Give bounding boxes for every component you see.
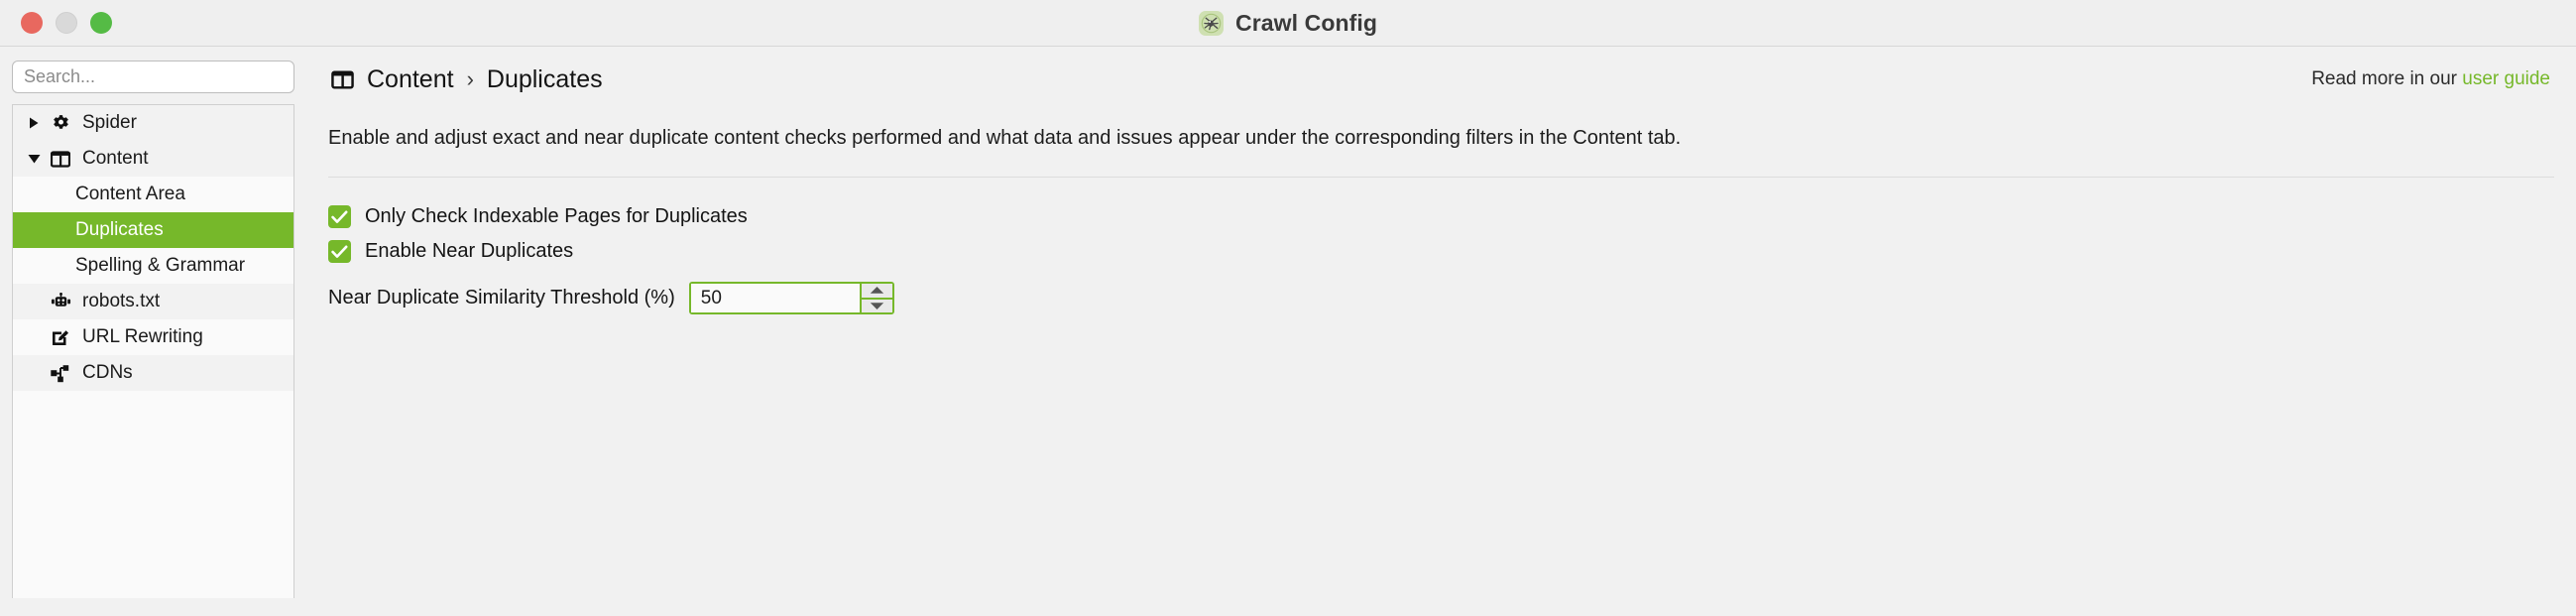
minimize-window-button[interactable]: [56, 12, 77, 34]
network-nodes-icon: [47, 364, 74, 383]
triangle-down-icon[interactable]: [861, 299, 892, 312]
sidebar-item-label: Spelling & Grammar: [75, 255, 246, 276]
search-container: [12, 61, 294, 104]
window-title: Crawl Config: [1234, 9, 1378, 36]
panel-description: Enable and adjust exact and near duplica…: [328, 127, 1682, 149]
sidebar-item-label: CDNs: [82, 362, 133, 383]
read-more-prefix: Read more in our: [2311, 68, 2463, 89]
window-titlebar: Crawl Config: [0, 0, 2576, 47]
checkbox-checked-icon[interactable]: [328, 205, 351, 228]
sidebar-item-duplicates[interactable]: Duplicates: [13, 212, 293, 248]
threshold-value[interactable]: 50: [690, 284, 860, 312]
robot-icon: [47, 293, 74, 310]
sidebar-item-label: Content: [82, 148, 149, 169]
pencil-square-icon: [47, 327, 74, 347]
sidebar-item-url-rewriting[interactable]: URL Rewriting: [13, 319, 293, 355]
columns-icon: [47, 150, 74, 168]
option-label: Only Check Indexable Pages for Duplicate…: [365, 205, 748, 227]
sidebar-item-label: Content Area: [75, 184, 185, 204]
option-enable-near-duplicates[interactable]: Enable Near Duplicates: [328, 234, 2554, 269]
main-header: Content › Duplicates Read more in our us…: [328, 47, 2554, 96]
sidebar-item-spelling-grammar[interactable]: Spelling & Grammar: [13, 248, 293, 284]
breadcrumb-current: Duplicates: [486, 64, 603, 93]
window-controls: [21, 12, 112, 34]
read-more-text: Read more in our user guide: [2311, 68, 2554, 90]
close-window-button[interactable]: [21, 12, 43, 34]
spinner-buttons: [859, 284, 892, 312]
user-guide-link[interactable]: user guide: [2462, 68, 2550, 89]
option-label: Enable Near Duplicates: [365, 240, 574, 262]
main-panel: Content › Duplicates Read more in our us…: [306, 47, 2576, 616]
threshold-spinner[interactable]: 50: [688, 282, 894, 314]
sidebar-item-content[interactable]: Content: [13, 141, 293, 177]
breadcrumb: Content › Duplicates: [328, 65, 603, 94]
breadcrumb-parent[interactable]: Content: [367, 65, 454, 94]
checkbox-checked-icon[interactable]: [328, 240, 351, 263]
sidebar-item-label: Spider: [82, 112, 137, 133]
sidebar-item-robots-txt[interactable]: robots.txt: [13, 284, 293, 319]
settings-tree: Spider Content Content Area Duplicates S…: [12, 104, 294, 598]
chevron-down-icon[interactable]: [21, 154, 47, 165]
sidebar-item-content-area[interactable]: Content Area: [13, 177, 293, 212]
sidebar-item-label: robots.txt: [82, 291, 161, 311]
search-input[interactable]: [12, 61, 294, 93]
window-title-group: Crawl Config: [0, 10, 2576, 37]
columns-icon: [328, 69, 356, 89]
sidebar-item-spider[interactable]: Spider: [13, 105, 293, 141]
threshold-row: Near Duplicate Similarity Threshold (%) …: [328, 282, 2554, 314]
window-body: Spider Content Content Area: [0, 47, 2576, 616]
settings-form: Only Check Indexable Pages for Duplicate…: [328, 178, 2554, 314]
sidebar: Spider Content Content Area: [0, 47, 306, 616]
chevron-right-icon[interactable]: [21, 117, 47, 129]
spider-logo-icon: [1198, 10, 1224, 36]
sidebar-item-label: URL Rewriting: [82, 326, 203, 347]
gear-icon: [47, 114, 74, 133]
triangle-up-icon[interactable]: [861, 284, 892, 300]
sidebar-item-label: Duplicates: [75, 219, 164, 240]
threshold-label: Near Duplicate Similarity Threshold (%): [328, 287, 675, 308]
breadcrumb-separator: ›: [466, 66, 474, 91]
option-only-check-indexable-pages[interactable]: Only Check Indexable Pages for Duplicate…: [328, 199, 2554, 234]
sidebar-item-cdns[interactable]: CDNs: [13, 355, 293, 391]
maximize-window-button[interactable]: [90, 12, 112, 34]
